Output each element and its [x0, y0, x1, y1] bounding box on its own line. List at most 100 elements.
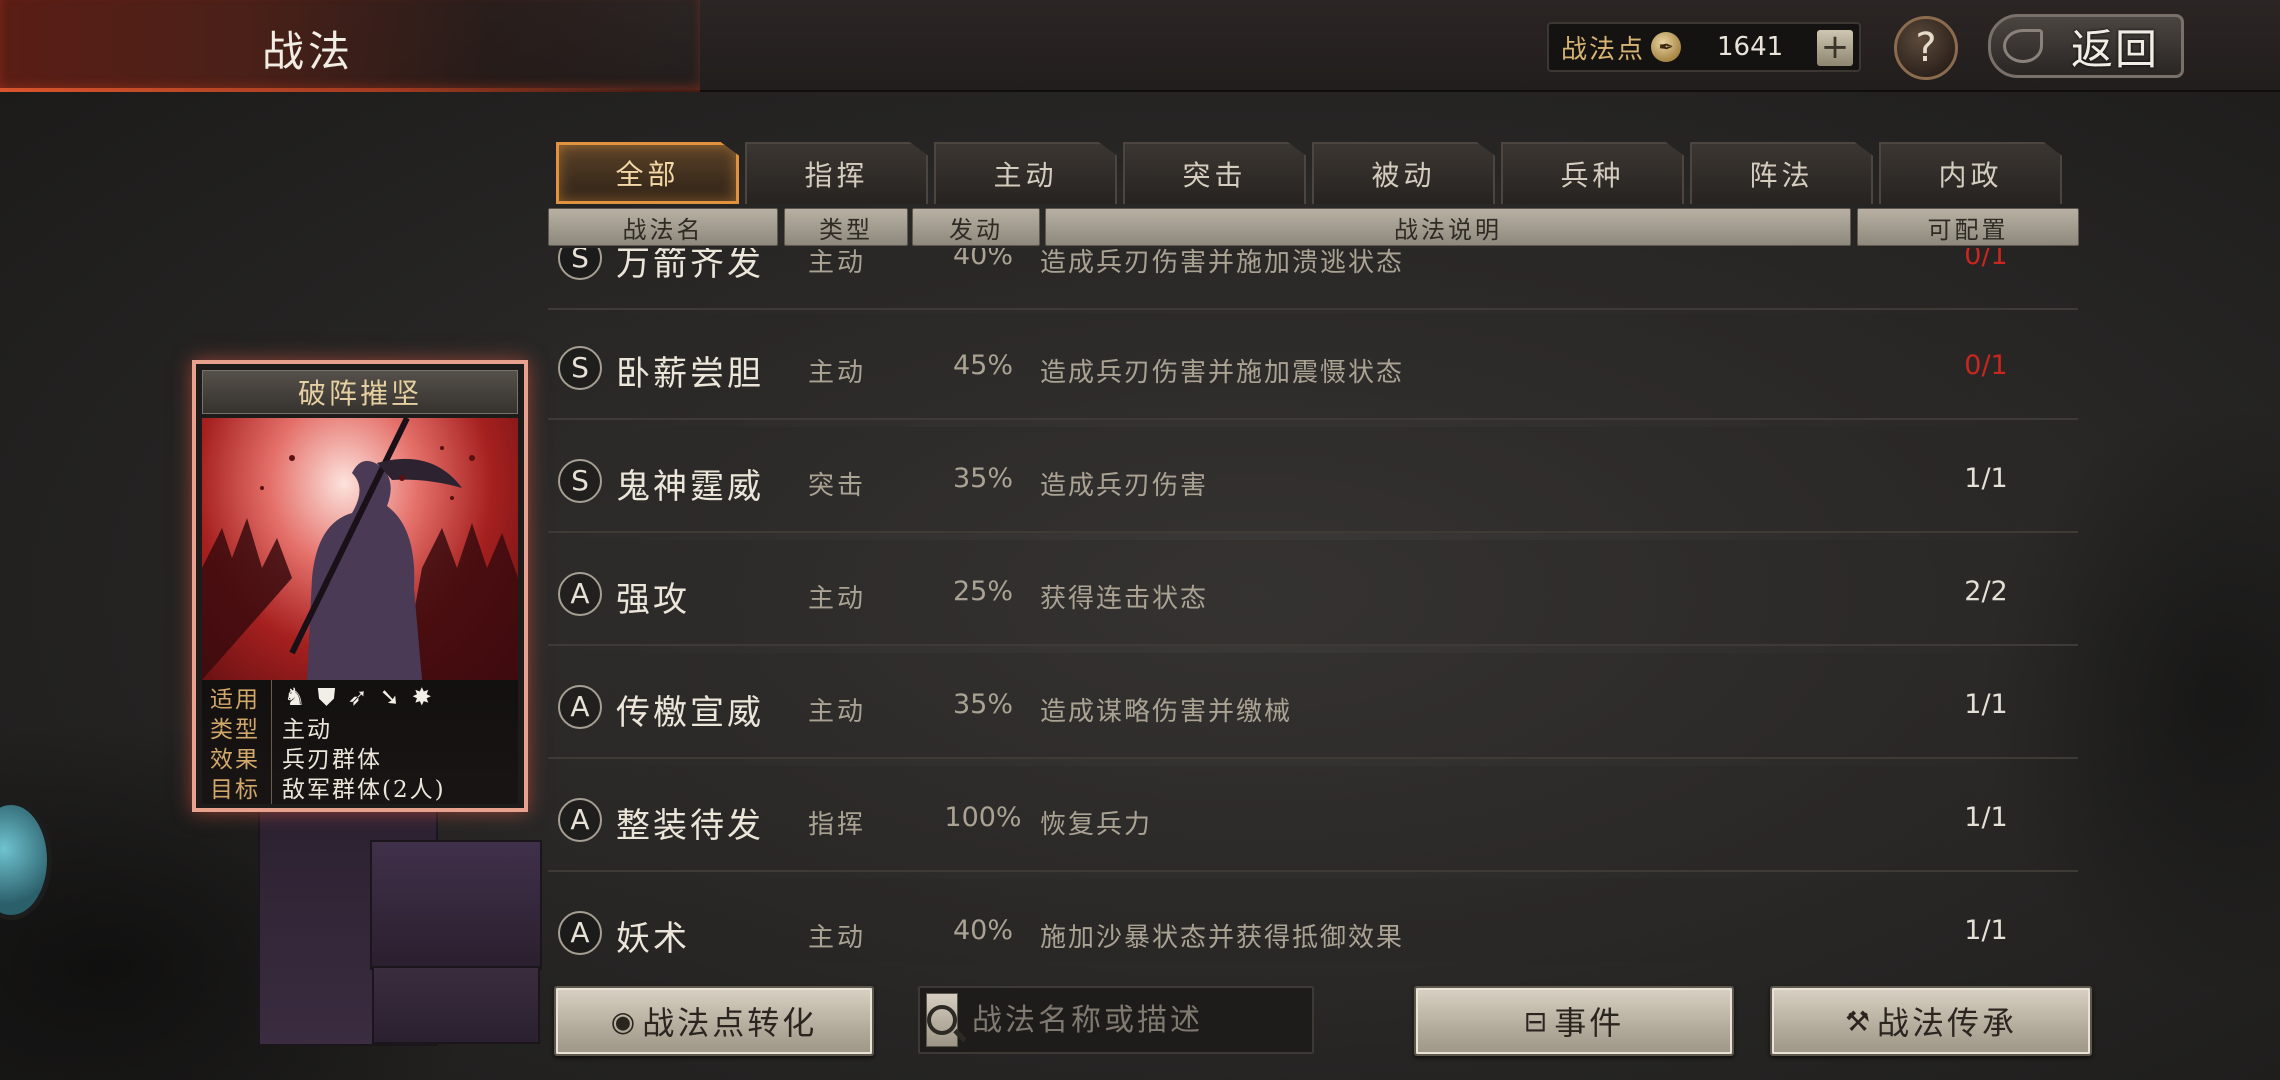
skill-rate: 35%: [952, 689, 1013, 720]
swirl-icon: [2003, 29, 2043, 63]
skill-type: 主动: [808, 248, 867, 278]
tab-passive[interactable]: 被动: [1312, 142, 1495, 204]
tab-formation[interactable]: 阵法: [1690, 142, 1873, 204]
skill-rate: 100%: [944, 802, 1022, 833]
skill-list[interactable]: S 万箭齐发 主动 40% 造成兵刃伤害并施加溃逃状态 0/1 S 卧薪尝胆 主…: [548, 248, 2078, 962]
skill-config-count: 0/1: [1964, 248, 2008, 271]
skill-name: 万箭齐发: [616, 248, 764, 284]
skill-description: 施加沙暴状态并获得抵御效果: [1040, 923, 1405, 953]
card-title: 破阵摧坚: [297, 377, 422, 410]
grade-badge: S: [558, 248, 602, 280]
search-input[interactable]: [972, 1002, 1351, 1038]
skill-row[interactable]: A 整装待发 指挥 100% 恢复兵力 1/1: [548, 766, 2078, 872]
skill-rate: 45%: [952, 350, 1013, 381]
inherit-skill-label: 战法传承: [1877, 1004, 2018, 1042]
skill-row[interactable]: S 卧薪尝胆 主动 45% 造成兵刃伤害并施加震慑状态 0/1: [548, 314, 2078, 420]
skill-rate: 25%: [952, 576, 1013, 607]
grade-badge: A: [558, 685, 602, 729]
skill-description: 造成谋略伤害并缴械: [1040, 697, 1293, 727]
card-back: [372, 966, 540, 1044]
column-header-type[interactable]: 类型: [784, 208, 908, 246]
skill-name: 强攻: [616, 580, 690, 620]
back-button[interactable]: 返回: [1988, 14, 2184, 78]
skill-type: 主动: [808, 584, 867, 614]
skill-row[interactable]: A 强攻 主动 25% 获得连击状态 2/2: [548, 540, 2078, 646]
skill-row[interactable]: S 鬼神霆威 突击 35% 造成兵刃伤害 1/1: [548, 427, 2078, 533]
inherit-skill-button[interactable]: ⚒ 战法传承: [1770, 986, 2092, 1056]
grade-badge: A: [558, 798, 602, 842]
skill-name: 传檄宣威: [616, 693, 764, 733]
skill-type: 指挥: [808, 810, 867, 840]
points-label: 战法点: [1561, 34, 1646, 65]
target-key: 目标: [202, 770, 272, 804]
type-value: 主动: [282, 717, 332, 743]
event-label: 事件: [1554, 1004, 1625, 1042]
skill-row[interactable]: S 万箭齐发 主动 40% 造成兵刃伤害并施加溃逃状态 0/1: [548, 248, 2078, 310]
skill-row[interactable]: A 妖术 主动 40% 施加沙暴状态并获得抵御效果 1/1: [548, 879, 2078, 962]
target-value: 敌军群体(2人): [282, 777, 446, 803]
event-scroll-icon: ⊟: [1523, 1004, 1551, 1038]
convert-points-button[interactable]: ◉ 战法点转化: [554, 986, 874, 1056]
convert-points-label: 战法点转化: [642, 1004, 818, 1042]
effect-key: 效果: [202, 740, 272, 774]
add-points-button[interactable]: +: [1817, 30, 1853, 66]
event-button[interactable]: ⊟ 事件: [1414, 986, 1734, 1056]
skill-config-count: 1/1: [1964, 915, 2008, 946]
card-applies-row: 适用 ♞ ⛊ ➶ ➘ ✸: [202, 680, 518, 714]
back-label: 返回: [2070, 24, 2159, 74]
card-type-row: 类型 主动: [202, 710, 518, 744]
grade-badge: A: [558, 911, 602, 955]
warrior-silhouette: [202, 418, 518, 680]
tab-internal[interactable]: 内政: [1879, 142, 2062, 204]
category-tabs: 全部 指挥 主动 突击 被动 兵种 阵法 内政: [556, 142, 2066, 204]
column-header-configurable[interactable]: 可配置: [1857, 208, 2079, 246]
search-button[interactable]: [926, 993, 958, 1047]
skill-detail-card[interactable]: 破阵摧坚 适用 ♞ ⛊ ➶ ➘ ✸ 类型 主动 效果 兵刃群体 目标 敌军群体(…: [192, 360, 528, 812]
tab-troop[interactable]: 兵种: [1501, 142, 1684, 204]
type-key: 类型: [202, 710, 272, 744]
strategy-points-display: 战法点 ✒ 1641 +: [1547, 22, 1861, 72]
skill-config-count: 0/1: [1964, 350, 2008, 381]
skill-rate: 40%: [952, 248, 1013, 271]
cavalry-icon: ♞: [284, 683, 306, 711]
card-title-bar: 破阵摧坚: [202, 370, 518, 414]
bow-icon: ➶: [347, 683, 368, 711]
wheel-icon: ✸: [411, 683, 432, 711]
skill-config-count: 1/1: [1964, 802, 2008, 833]
skill-name: 卧薪尝胆: [616, 354, 764, 394]
card-info-panel: 适用 ♞ ⛊ ➶ ➘ ✸ 类型 主动 效果 兵刃群体 目标 敌军群体(2人): [202, 680, 518, 804]
unit-icons: ♞ ⛊ ➶ ➘ ✸: [272, 683, 432, 711]
grade-badge: A: [558, 572, 602, 616]
skill-config-count: 1/1: [1964, 689, 2008, 720]
skill-description: 造成兵刃伤害并施加震慑状态: [1040, 358, 1405, 388]
skill-description: 恢复兵力: [1040, 810, 1153, 840]
skill-rate: 40%: [952, 915, 1013, 946]
tab-all[interactable]: 全部: [556, 142, 739, 204]
skill-type: 突击: [808, 471, 867, 501]
feather-icon: ✒: [1651, 32, 1682, 62]
card-effect-row: 效果 兵刃群体: [202, 740, 518, 774]
skill-row[interactable]: A 传檄宣威 主动 35% 造成谋略伤害并缴械 1/1: [548, 653, 2078, 759]
page-title: 战法: [262, 27, 355, 76]
card-artwork: [202, 418, 518, 680]
skill-rate: 35%: [952, 463, 1013, 494]
column-header-name[interactable]: 战法名: [548, 208, 778, 246]
skill-config-count: 1/1: [1964, 463, 2008, 494]
tab-active[interactable]: 主动: [934, 142, 1117, 204]
card-target-row: 目标 敌军群体(2人): [202, 770, 518, 804]
tab-command[interactable]: 指挥: [745, 142, 928, 204]
help-button[interactable]: ?: [1894, 16, 1958, 80]
grade-badge: S: [558, 346, 602, 390]
skill-name: 整装待发: [616, 806, 764, 846]
skill-description: 造成兵刃伤害: [1040, 471, 1209, 501]
effect-value: 兵刃群体: [282, 747, 382, 773]
applies-key: 适用: [202, 680, 272, 714]
tab-assault[interactable]: 突击: [1123, 142, 1306, 204]
skill-description: 造成兵刃伤害并施加溃逃状态: [1040, 248, 1405, 278]
search-icon: [927, 1005, 957, 1035]
skill-type: 主动: [808, 923, 867, 953]
column-header-rate[interactable]: 发动: [912, 208, 1040, 246]
skill-type: 主动: [808, 358, 867, 388]
skill-config-count: 2/2: [1964, 576, 2008, 607]
skill-type: 主动: [808, 697, 867, 727]
